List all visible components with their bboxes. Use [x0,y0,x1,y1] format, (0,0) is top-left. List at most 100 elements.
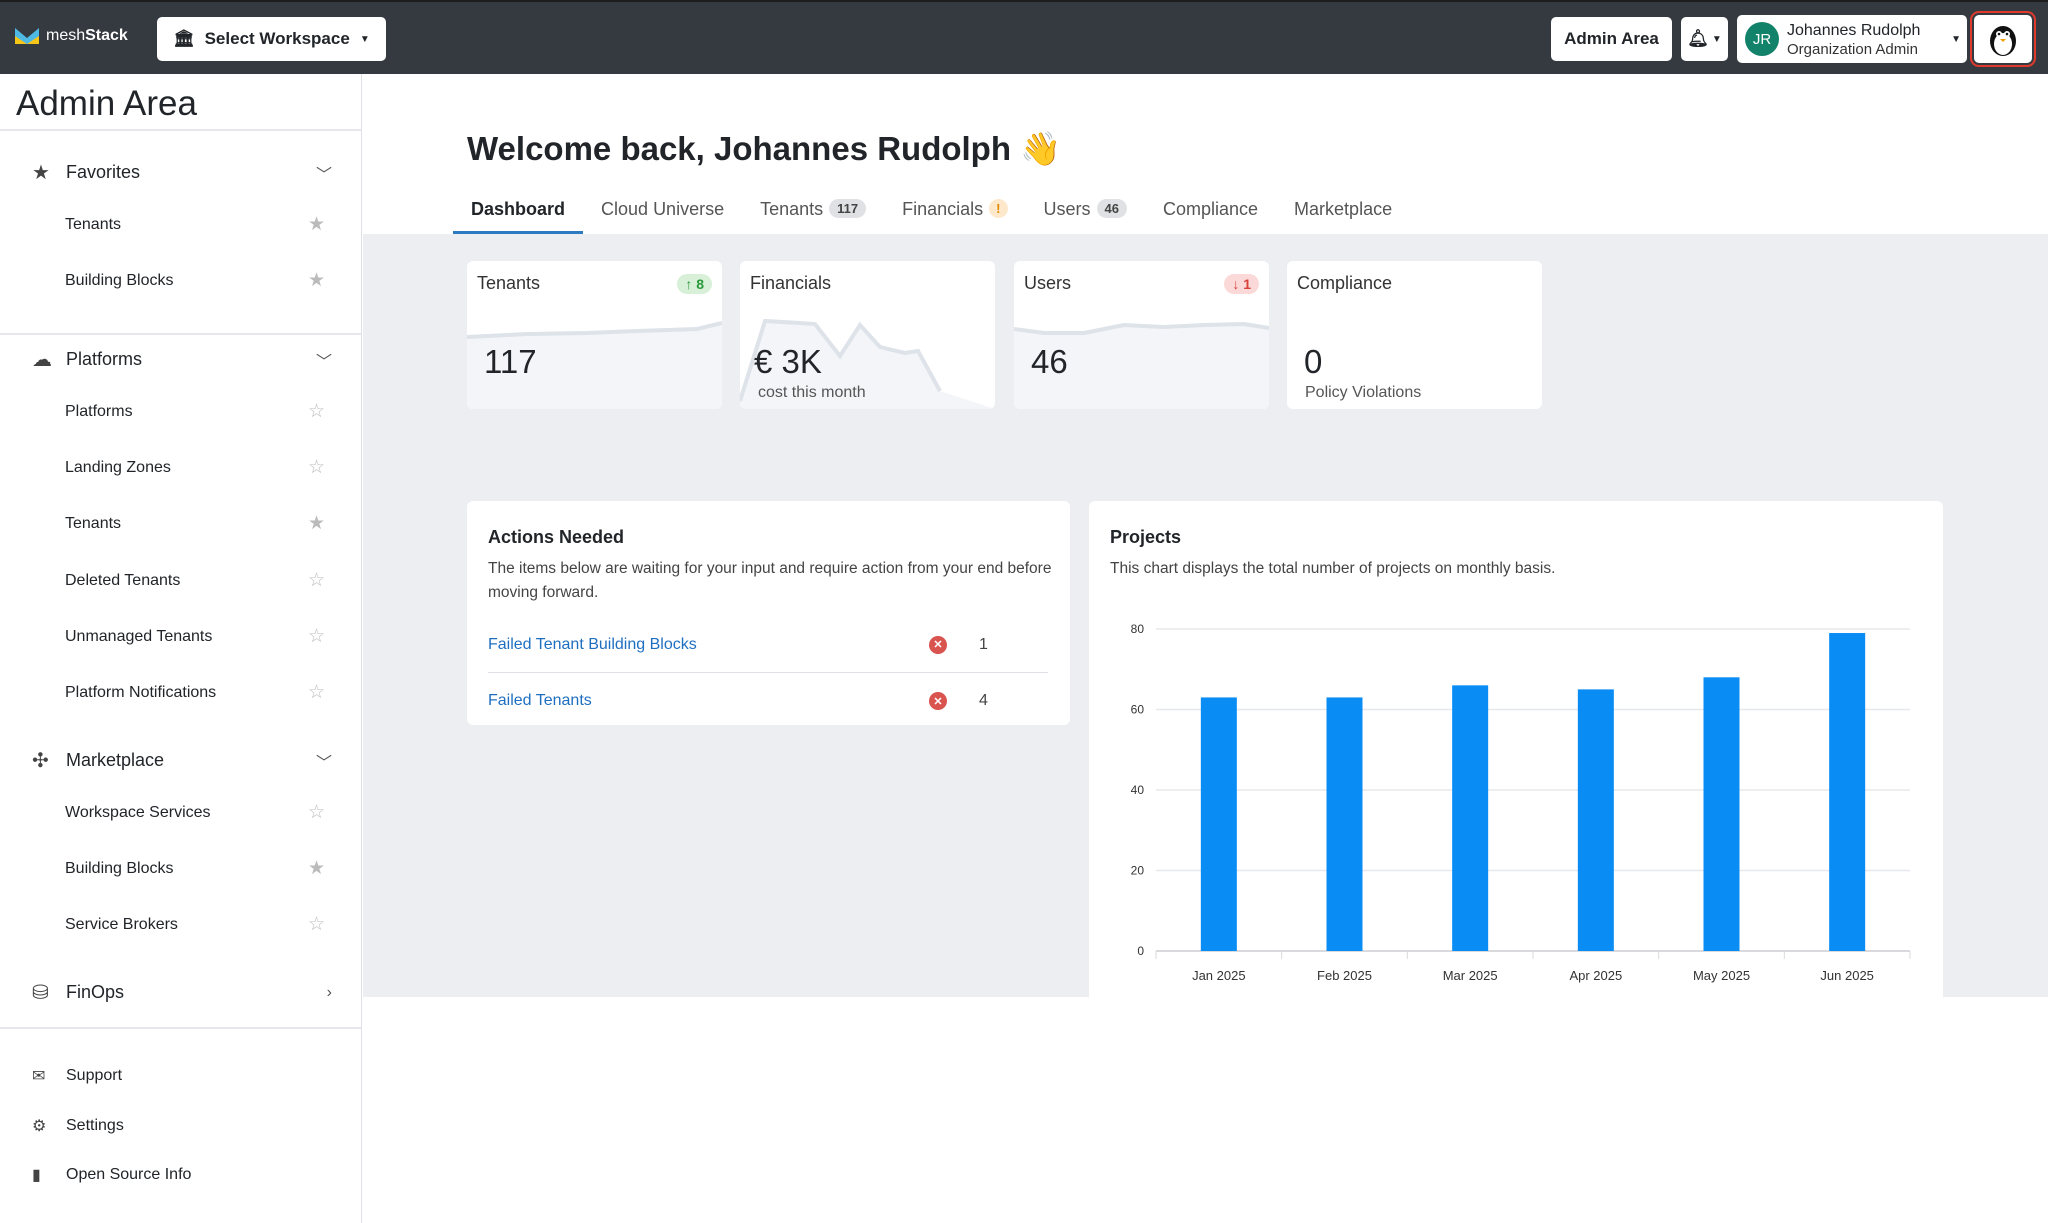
sidebar-item-service-brokers[interactable]: Service Brokers ☆ [65,913,325,936]
star-filled-icon[interactable]: ★ [308,269,325,292]
sidebar-section-finops[interactable]: ⛁ FinOps › [32,980,332,1005]
star-outline-icon[interactable]: ☆ [308,456,325,479]
caret-down-icon: ▼ [1711,33,1722,45]
count-badge: 117 [829,199,867,218]
failed-tenants-link[interactable]: Failed Tenants [488,692,592,710]
divider [0,333,361,335]
sidebar-section-favorites[interactable]: ★ Favorites ﹀ [32,160,332,185]
star-outline-icon[interactable]: ☆ [308,801,325,824]
projects-chart-card: 0 20 40 60 80 Jan 2025 Feb 2025 Mar 2025 Apr 202… [1089,501,1943,1034]
tab-marketplace[interactable]: Marketplace [1276,194,1410,234]
sidebar-item-fav-building-blocks[interactable]: Building Blocks ★ [65,269,325,292]
sidebar-support[interactable]: ✉ Support [32,1066,332,1086]
kpi-label: Compliance [1297,273,1393,293]
error-icon: ✕ [929,692,947,710]
kpi-card-tenants[interactable]: Tenants ↑ 8 117 [467,261,722,409]
item-label: Unmanaged Tenants [65,627,213,645]
failed-tenant-building-blocks-link[interactable]: Failed Tenant Building Blocks [488,636,697,654]
tab-dashboard[interactable]: Dashboard [453,194,584,234]
star-outline-icon[interactable]: ☆ [308,625,325,648]
actions-needed-card: Actions Needed The items below are waiti… [467,501,1070,725]
y-tick-label: 0 [1137,944,1144,958]
star-filled-icon[interactable]: ★ [308,857,325,880]
sidebar-item-building-blocks[interactable]: Building Blocks ★ [65,857,325,880]
action-count: 4 [979,692,988,709]
item-label: Building Blocks [65,271,174,289]
kpi-card-compliance[interactable]: Compliance 0 Policy Violations [1287,261,1542,409]
kpi-subtitle: Policy Violations [1305,384,1422,401]
sidebar-section-platforms[interactable]: ☁ Platforms ﹀ [32,347,332,372]
y-tick-label: 60 [1131,703,1145,717]
star-outline-icon[interactable]: ☆ [308,913,325,936]
sidebar-item-fav-tenants[interactable]: Tenants ★ [65,213,325,236]
tab-label: Compliance [1163,199,1259,219]
bell-icon: 🔔︎ [1687,29,1709,48]
penguin-avatar-button[interactable] [1970,11,2036,67]
count-badge: 46 [1096,199,1127,218]
sidebar-item-unmanaged-tenants[interactable]: Unmanaged Tenants ☆ [65,625,325,648]
item-label: Workspace Services [65,803,211,821]
warning-badge: ! [989,199,1008,218]
star-filled-icon[interactable]: ★ [308,213,325,236]
admin-area-button[interactable]: Admin Area [1551,17,1672,61]
star-outline-icon[interactable]: ☆ [308,681,325,704]
tab-label: Tenants [760,199,824,219]
kpi-card-users[interactable]: Users ↓ 1 46 [1014,261,1269,409]
sidebar-settings[interactable]: ⚙ Settings [32,1116,332,1136]
card-title: Actions Needed [488,527,625,547]
sidebar-item-deleted-tenants[interactable]: Deleted Tenants ☆ [65,569,325,592]
x-tick-label: Mar 2025 [1443,968,1498,983]
sidebar-open-source-info[interactable]: ▮ Open Source Info [32,1165,332,1185]
x-tick-label: Jun 2025 [1820,968,1874,983]
tab-label: Financials [902,199,984,219]
star-outline-icon[interactable]: ☆ [308,400,325,423]
tab-bar: Dashboard Cloud Universe Tenants 117 Fina… [453,194,1410,234]
section-label: Platforms [66,349,143,369]
sidebar-item-tenants[interactable]: Tenants ★ [65,512,325,535]
x-tick-label: Feb 2025 [1317,968,1372,983]
meshstack-logo[interactable]: meshStack [14,26,128,46]
sidebar-item-platforms[interactable]: Platforms ☆ [65,400,325,423]
penguin-icon [1990,26,2016,56]
bar [1829,633,1866,951]
item-label: Tenants [65,215,122,233]
error-icon: ✕ [929,635,947,654]
item-label: Service Brokers [65,915,178,933]
cloud-icon: ☁ [32,349,52,371]
action-row: Failed Tenant Building Blocks ✕ 1 [488,617,1048,673]
tab-users[interactable]: Users 46 [1026,194,1145,234]
tab-financials[interactable]: Financials! [884,194,1025,234]
section-label: Marketplace [66,750,165,770]
kpi-subtitle: cost this month [758,384,866,401]
trend-up-badge: ↑ 8 [677,274,712,294]
y-tick-label: 80 [1131,622,1145,636]
item-label: Landing Zones [65,458,171,476]
notifications-button[interactable]: 🔔︎ ▼ [1681,17,1728,61]
bank-icon: 🏛 [173,29,195,48]
envelope-icon: ✉ [32,1068,46,1085]
kpi-card-financials[interactable]: Financials € 3K cost this month [740,261,995,409]
trend-down-badge: ↓ 1 [1224,274,1259,294]
tab-tenants[interactable]: Tenants 117 [742,194,884,234]
sidebar-section-marketplace[interactable]: ✣ Marketplace ﹀ [32,748,332,773]
welcome-heading: Welcome back, Johannes Rudolph 👋 [467,130,1062,167]
card-description: This chart displays the total number of … [1110,560,1556,577]
star-filled-icon[interactable]: ★ [308,512,325,535]
main-content: Welcome back, Johannes Rudolph 👋 Dashboa… [363,74,2048,1223]
sidebar-item-landing-zones[interactable]: Landing Zones ☆ [65,456,325,479]
tab-cloud-universe[interactable]: Cloud Universe [583,194,742,234]
star-outline-icon[interactable]: ☆ [308,569,325,592]
select-workspace-button[interactable]: 🏛 Select Workspace ▼ [157,17,386,61]
bar [1577,689,1614,951]
kpi-label: Financials [750,273,832,293]
section-label: Favorites [66,162,141,182]
caret-down-icon: ▼ [1951,33,1961,45]
sidebar-item-workspace-services[interactable]: Workspace Services ☆ [65,801,325,824]
kpi-value: 0 [1304,343,1323,380]
kpi-value: € 3K [754,343,822,380]
sidebar-item-platform-notifications[interactable]: Platform Notifications ☆ [65,681,325,704]
marketplace-icon: ✣ [32,750,49,772]
user-menu[interactable]: JR Johannes Rudolph Organization Admin ▼ [1737,15,1967,63]
tab-compliance[interactable]: Compliance [1145,194,1276,234]
divider [0,129,361,131]
